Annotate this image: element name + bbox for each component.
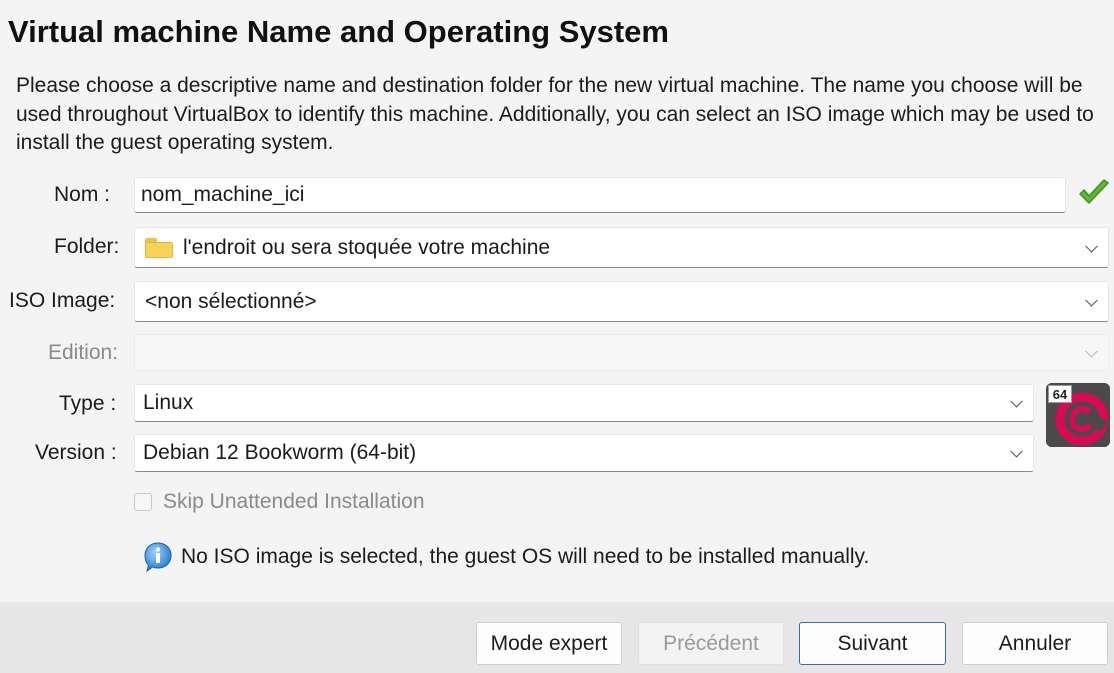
previous-button: Précédent	[638, 622, 784, 665]
expert-mode-button[interactable]: Mode expert	[476, 622, 622, 665]
chevron-down-icon	[1010, 444, 1023, 458]
type-select-value: Linux	[143, 391, 194, 414]
green-check-icon	[1079, 179, 1109, 204]
chevron-down-icon	[1010, 394, 1023, 408]
edition-label: Edition:	[48, 341, 119, 364]
os-64bit-badge: 64	[1048, 385, 1072, 403]
name-label: Nom :	[54, 183, 111, 206]
skip-unattended-checkbox: Skip Unattended Installation	[134, 490, 425, 514]
version-select[interactable]: Debian 12 Bookworm (64-bit)	[134, 434, 1034, 472]
info-text: No ISO image is selected, the guest OS w…	[181, 545, 870, 568]
chevron-down-icon	[1085, 344, 1098, 358]
debian-logo-icon: 64	[1046, 383, 1110, 447]
page-title: Virtual machine Name and Operating Syste…	[8, 14, 669, 49]
chevron-down-icon	[1085, 239, 1098, 253]
edition-select	[134, 334, 1109, 371]
iso-select-value: <non sélectionné>	[145, 289, 317, 313]
version-select-value: Debian 12 Bookworm (64-bit)	[143, 441, 417, 464]
next-button[interactable]: Suivant	[799, 622, 946, 665]
info-message: No ISO image is selected, the guest OS w…	[143, 541, 869, 573]
iso-select[interactable]: <non sélectionné>	[134, 281, 1109, 322]
version-label: Version :	[35, 441, 117, 464]
folder-select-value: l'endroit ou sera stoquée votre machine	[183, 235, 551, 259]
type-select[interactable]: Linux	[134, 384, 1034, 422]
name-input[interactable]: nom_machine_ici	[134, 177, 1066, 213]
folder-icon	[145, 237, 173, 258]
skip-unattended-label: Skip Unattended Installation	[163, 490, 425, 513]
name-input-value: nom_machine_ici	[141, 183, 305, 206]
type-label: Type :	[59, 392, 117, 415]
folder-label: Folder:	[54, 235, 120, 258]
info-icon	[144, 542, 172, 573]
cancel-button[interactable]: Annuler	[962, 622, 1108, 665]
chevron-down-icon	[1085, 293, 1098, 307]
iso-label: ISO Image:	[9, 289, 116, 312]
page-description: Please choose a descriptive name and des…	[16, 74, 1094, 154]
folder-select[interactable]: l'endroit ou sera stoquée votre machine	[134, 227, 1109, 268]
checkbox-box	[134, 493, 152, 511]
